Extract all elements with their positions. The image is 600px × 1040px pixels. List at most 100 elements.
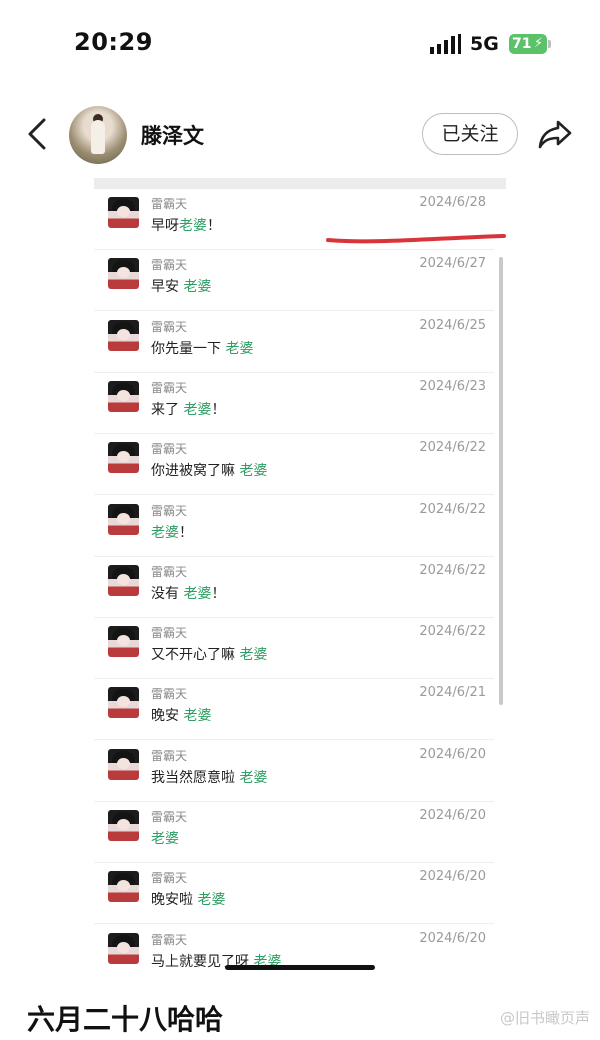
sender-avatar[interactable]: [108, 626, 139, 658]
message-suffix: ！: [211, 401, 226, 418]
sender-name: 雷霸天: [151, 197, 188, 211]
message-date: 2024/6/25: [419, 317, 486, 333]
sender-avatar[interactable]: [108, 748, 139, 780]
home-indicator: [225, 965, 375, 970]
message-date: 2024/6/23: [419, 378, 486, 394]
message-date: 2024/6/20: [419, 808, 486, 823]
status-bar: 20:29 5G 71 ⚡: [0, 0, 600, 90]
avatar-face: [117, 696, 130, 708]
sender-avatar[interactable]: [108, 810, 139, 841]
message-date: 2024/6/20: [419, 746, 486, 762]
message-date: 2024/6/22: [419, 501, 486, 517]
sender-name: 雷霸天: [151, 687, 188, 702]
message-prefix: 你先量一下: [151, 340, 226, 357]
message-suffix: ！: [207, 218, 221, 234]
sender-avatar[interactable]: [108, 319, 139, 351]
message-text: 来了 老婆！: [151, 399, 225, 419]
message-date: 2024/6/22: [419, 624, 486, 640]
sender-avatar[interactable]: [108, 258, 139, 290]
message-text: 又不开心了嘛 老婆: [151, 644, 267, 664]
battery-icon: 71 ⚡: [509, 34, 547, 54]
sender-avatar[interactable]: [108, 932, 139, 964]
avatar-face: [117, 389, 130, 401]
message-item[interactable]: 雷霸天 2024/6/22 又不开心了嘛 老婆: [94, 618, 494, 680]
sender-name: 雷霸天: [151, 932, 188, 947]
message-text: 你先量一下 老婆: [151, 338, 253, 358]
message-date: 2024/6/20: [419, 930, 486, 946]
profile-username[interactable]: 滕泽文: [141, 120, 204, 150]
message-prefix: 来了: [151, 401, 184, 418]
avatar-face: [117, 757, 130, 769]
sender-name: 雷霸天: [151, 564, 188, 579]
message-item[interactable]: 雷霸天 2024/6/20 老婆: [94, 802, 494, 863]
avatar-face: [117, 512, 130, 524]
message-text: 早安 老婆: [151, 276, 211, 296]
sender-avatar[interactable]: [108, 871, 139, 903]
message-prefix: 早呀: [151, 218, 179, 234]
scrollbar[interactable]: [499, 257, 503, 705]
avatar-face: [117, 206, 130, 217]
profile-header: 滕泽文 已关注: [0, 100, 600, 170]
message-keyword: 老婆: [183, 279, 212, 296]
avatar-face: [117, 573, 130, 585]
sender-name: 雷霸天: [151, 626, 188, 641]
sender-avatar[interactable]: [108, 564, 139, 596]
sender-name: 雷霸天: [151, 258, 188, 273]
message-keyword: 老婆: [197, 892, 226, 909]
message-text: 晚安 老婆: [151, 705, 211, 725]
sender-name: 雷霸天: [151, 810, 188, 824]
avatar-face: [117, 267, 130, 279]
following-button[interactable]: 已关注: [422, 113, 518, 155]
message-prefix: 又不开心了嘛: [151, 647, 240, 664]
message-text: 老婆: [151, 828, 179, 848]
message-item[interactable]: 雷霸天 2024/6/23 来了 老婆！: [94, 373, 494, 434]
sender-name: 雷霸天: [151, 871, 188, 886]
sender-name: 雷霸天: [151, 319, 188, 334]
message-item[interactable]: 雷霸天 2024/6/27 早安 老婆: [94, 250, 494, 312]
message-prefix: 晚安啦: [151, 892, 198, 909]
sender-avatar[interactable]: [108, 503, 139, 535]
message-date: 2024/6/27: [419, 256, 486, 272]
message-keyword: 老婆: [183, 401, 212, 418]
message-list[interactable]: 雷霸天 2024/6/28 早呀老婆！ 雷霸天 2024/6/27 早安 老婆 雷霸天 202…: [94, 178, 506, 970]
message-prefix: 早安: [151, 279, 184, 296]
message-keyword: 老婆: [151, 524, 179, 541]
watermark: @旧书瞰页声: [499, 1009, 590, 1027]
charging-bolt-icon: ⚡: [533, 36, 543, 51]
message-suffix: ！: [179, 524, 193, 541]
message-text: 我当然愿意啦 老婆: [151, 767, 267, 787]
message-prefix: 晚安: [151, 708, 184, 725]
message-keyword: 老婆: [225, 340, 254, 357]
avatar-figure-body: [91, 120, 105, 154]
list-top-divider: [94, 178, 506, 189]
profile-avatar[interactable]: [69, 106, 127, 164]
sender-name: 雷霸天: [151, 380, 188, 395]
message-item[interactable]: 雷霸天 2024/6/25 你先量一下 老婆: [94, 312, 494, 373]
message-item[interactable]: 雷霸天 2024/6/22 老婆！: [94, 496, 494, 557]
sender-avatar[interactable]: [108, 197, 139, 228]
message-item[interactable]: 雷霸天 2024/6/20 晚安啦 老婆: [94, 863, 494, 925]
sender-avatar[interactable]: [108, 380, 139, 412]
message-item[interactable]: 雷霸天 2024/6/20 马上就要见了呀 老婆: [94, 925, 494, 970]
post-caption: 六月二十八哈哈: [27, 1003, 224, 1036]
message-prefix: 我当然愿意啦: [151, 769, 240, 786]
message-text: 早呀老婆！: [151, 215, 221, 235]
message-keyword: 老婆: [239, 463, 268, 480]
message-item[interactable]: 雷霸天 2024/6/20 我当然愿意啦 老婆: [94, 741, 494, 802]
message-keyword: 老婆: [183, 708, 212, 725]
sender-avatar[interactable]: [108, 687, 139, 719]
message-item[interactable]: 雷霸天 2024/6/22 你进被窝了嘛 老婆: [94, 434, 494, 496]
message-keyword: 老婆: [183, 585, 212, 602]
status-time: 20:29: [74, 28, 153, 56]
avatar-face: [117, 819, 130, 830]
share-icon[interactable]: [536, 116, 574, 152]
message-keyword: 老婆: [239, 769, 268, 786]
back-chevron-icon[interactable]: [22, 116, 52, 152]
sender-avatar[interactable]: [108, 442, 139, 474]
message-item[interactable]: 雷霸天 2024/6/21 晚安 老婆: [94, 679, 494, 741]
battery-level: 71: [512, 36, 532, 52]
sender-name: 雷霸天: [151, 748, 188, 763]
message-item[interactable]: 雷霸天 2024/6/22 没有 老婆！: [94, 557, 494, 618]
network-type: 5G: [470, 33, 499, 55]
avatar-face: [117, 328, 130, 340]
